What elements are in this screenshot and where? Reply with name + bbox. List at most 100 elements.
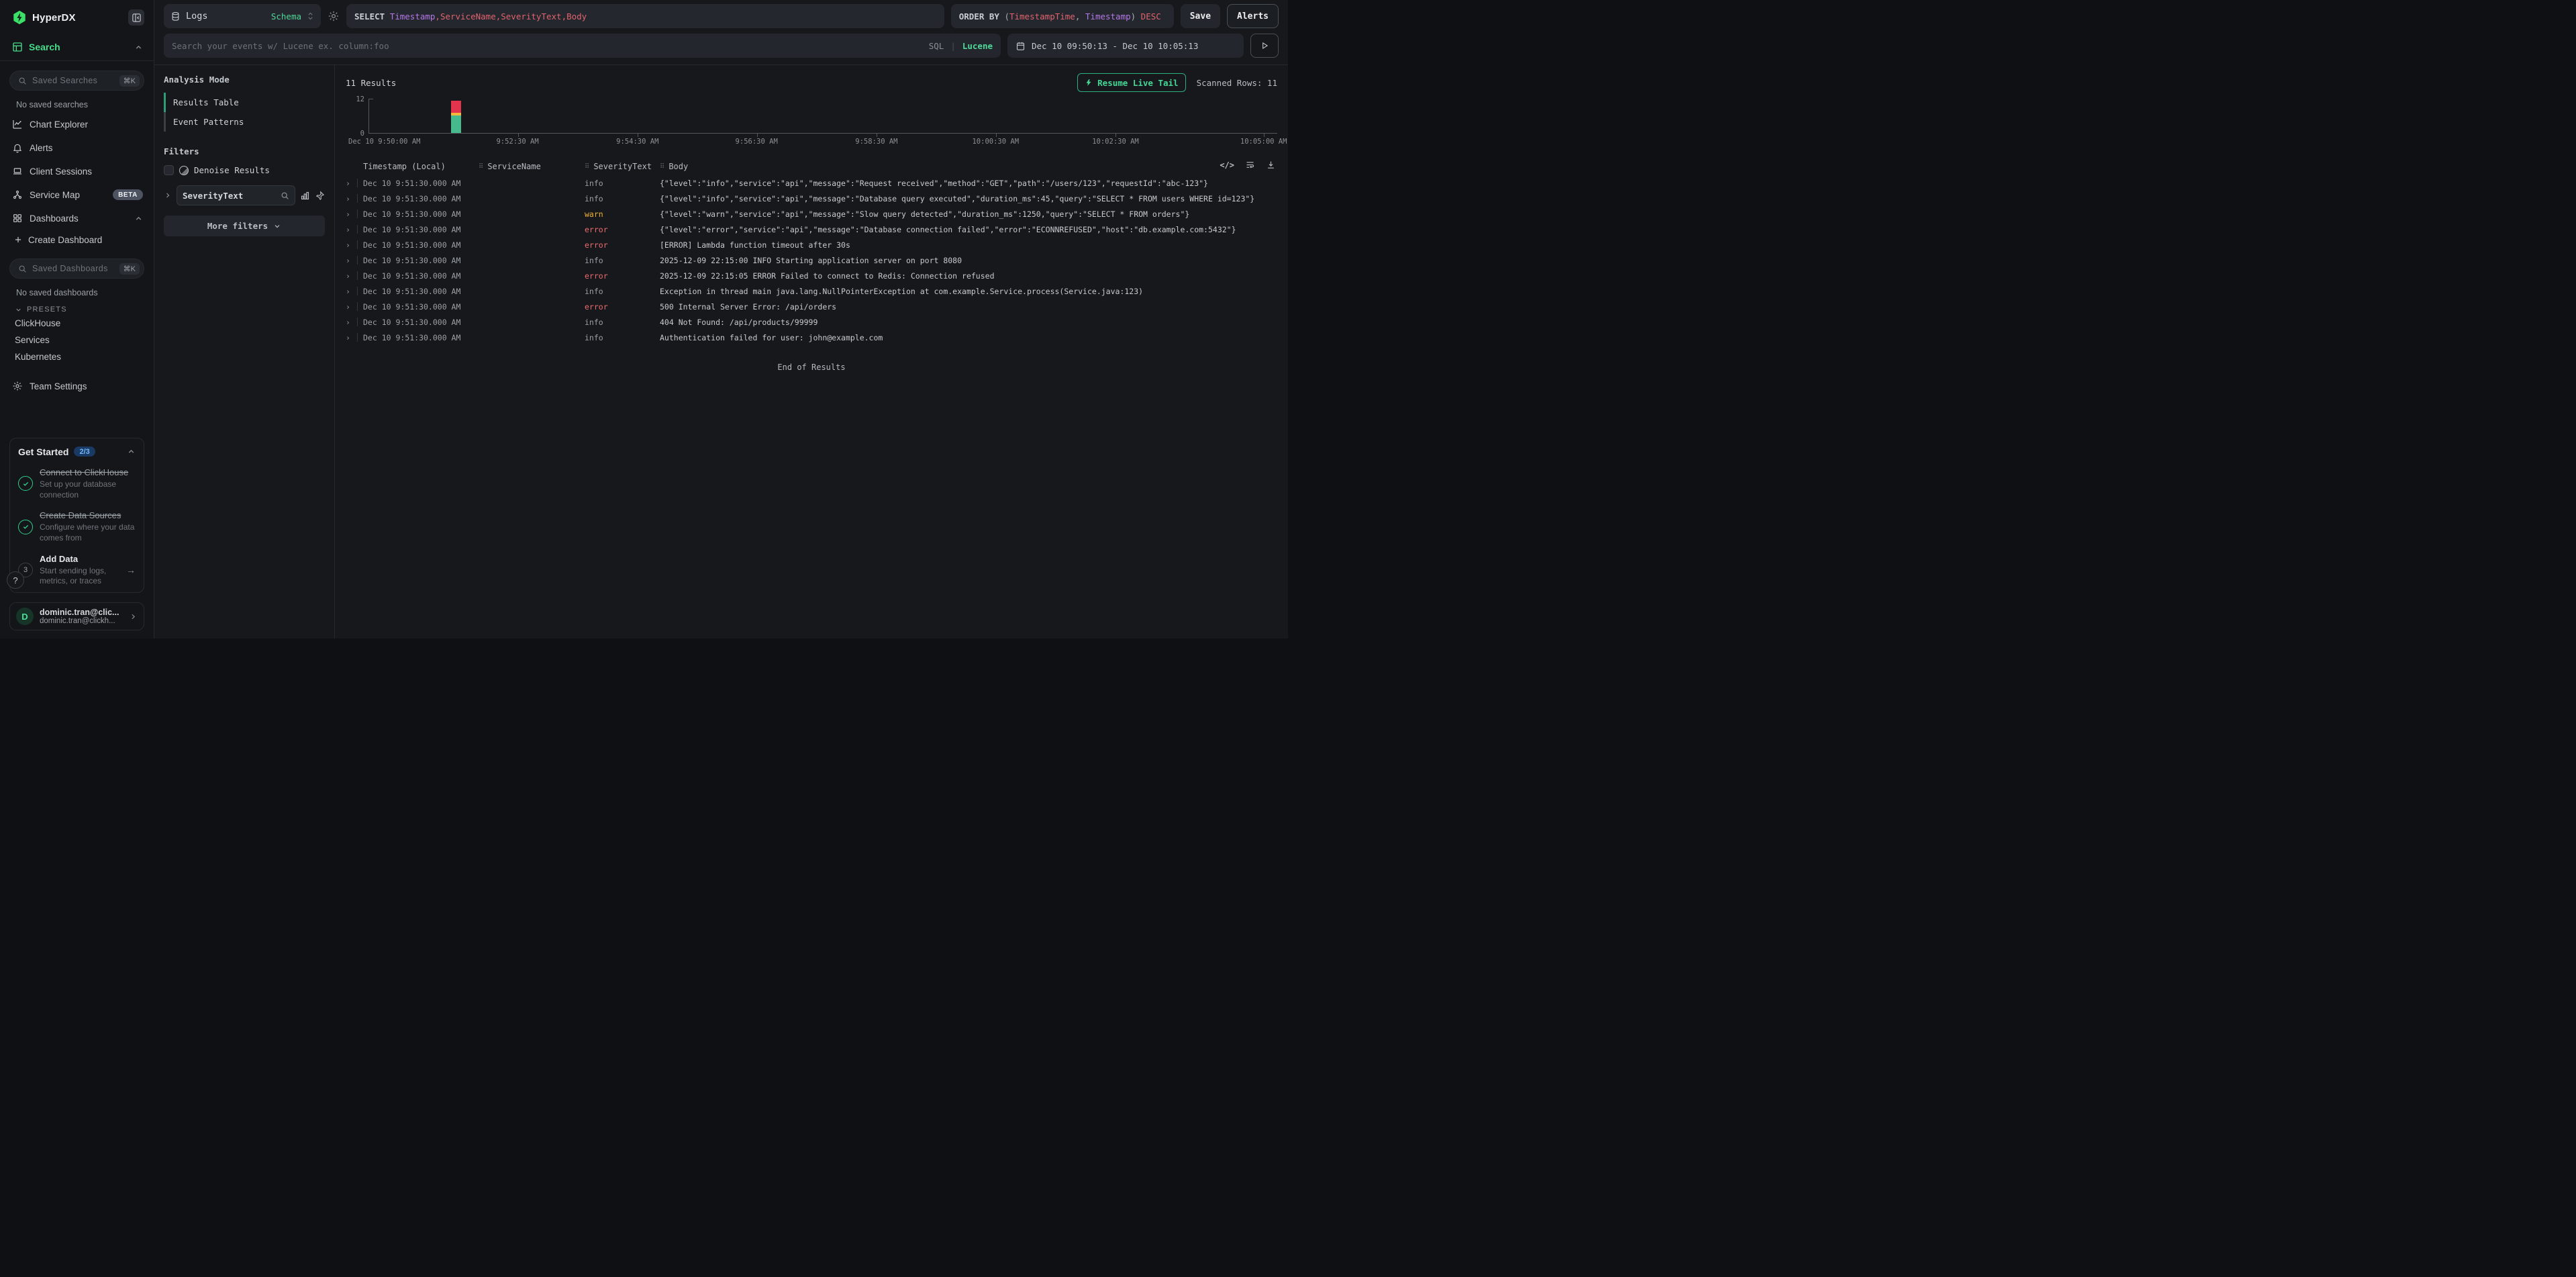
source-selector[interactable]: Logs Schema <box>164 4 321 28</box>
cell-body: 2025-12-09 22:15:00 INFO Starting applic… <box>660 256 1277 265</box>
user-email: dominic.tran@clickh... <box>40 617 123 625</box>
column-header-servicename[interactable]: ⠿ ServiceName <box>479 162 585 171</box>
alerts-button[interactable]: Alerts <box>1227 4 1279 28</box>
date-range-picker[interactable]: Dec 10 09:50:13 - Dec 10 10:05:13 <box>1007 34 1244 58</box>
sort-chevrons-icon <box>307 11 314 21</box>
source-settings-button[interactable] <box>328 10 340 22</box>
y-tick-min: 0 <box>360 130 364 138</box>
severity-facet-field[interactable]: SeverityText <box>177 185 295 205</box>
sql-toggle[interactable]: SQL <box>929 41 944 51</box>
create-dashboard-button[interactable]: Create Dashboard <box>8 230 146 249</box>
drag-handle-icon[interactable]: ⠿ <box>479 163 483 171</box>
collapse-sidebar-button[interactable] <box>128 9 144 26</box>
row-expand-icon[interactable]: › <box>346 268 363 283</box>
row-expand-icon[interactable]: › <box>346 222 363 237</box>
bar-chart-icon[interactable] <box>300 191 310 201</box>
row-expand-icon[interactable]: › <box>346 206 363 222</box>
row-expand-icon[interactable]: › <box>346 330 363 345</box>
table-row[interactable]: ›Dec 10 9:51:30.000 AMwarn{"level":"warn… <box>346 206 1277 222</box>
event-search-input[interactable]: Search your events w/ Lucene ex. column:… <box>164 34 1001 58</box>
cell-severitytext: error <box>585 240 660 250</box>
table-row[interactable]: ›Dec 10 9:51:30.000 AMerror[ERROR] Lambd… <box>346 237 1277 252</box>
table-row[interactable]: ›Dec 10 9:51:30.000 AMinfoException in t… <box>346 283 1277 299</box>
table-toolbar-icons: </> <box>1220 160 1276 170</box>
table-row[interactable]: ›Dec 10 9:51:30.000 AMinfo404 Not Found:… <box>346 314 1277 330</box>
table-row[interactable]: ›Dec 10 9:51:30.000 AMinfoAuthentication… <box>346 330 1277 345</box>
step-title: Create Data Sources <box>40 510 136 521</box>
code-view-icon[interactable]: </> <box>1220 160 1234 170</box>
drag-handle-icon[interactable]: ⠿ <box>660 163 664 171</box>
table-row[interactable]: ›Dec 10 9:51:30.000 AMerror2025-12-09 22… <box>346 268 1277 283</box>
hyperdx-logo[interactable]: HyperDX <box>12 10 76 25</box>
get-started-step[interactable]: Create Data SourcesConfigure where your … <box>18 510 136 543</box>
saved-dashboards-input[interactable]: Saved Dashboards ⌘K <box>9 258 144 279</box>
sidebar-item-client-sessions[interactable]: Client Sessions <box>8 161 146 181</box>
row-expand-icon[interactable]: › <box>346 175 363 191</box>
preset-kubernetes[interactable]: Kubernetes <box>15 348 146 365</box>
sidebar-item-team-settings[interactable]: Team Settings <box>8 376 146 396</box>
histogram-bar[interactable] <box>451 101 461 133</box>
histogram-plot[interactable] <box>368 99 1277 134</box>
column-header-severitytext[interactable]: ⠿ SeverityText <box>585 162 660 171</box>
mode-event-patterns[interactable]: Event Patterns <box>164 112 325 132</box>
chevron-up-icon[interactable] <box>134 214 143 223</box>
table-row[interactable]: ›Dec 10 9:51:30.000 AMerror500 Internal … <box>346 299 1277 314</box>
column-header-body[interactable]: ⠿ Body <box>660 162 1277 171</box>
search-icon[interactable] <box>281 191 289 200</box>
chevron-up-icon[interactable] <box>134 43 143 52</box>
table-row[interactable]: ›Dec 10 9:51:30.000 AMinfo{"level":"info… <box>346 191 1277 206</box>
save-button[interactable]: Save <box>1181 4 1220 28</box>
sidebar-item-search[interactable]: Search <box>8 42 146 60</box>
cell-severitytext: info <box>585 179 660 188</box>
download-icon[interactable] <box>1266 160 1276 170</box>
resume-live-tail-button[interactable]: Resume Live Tail <box>1077 73 1185 92</box>
severity-facet-row: SeverityText <box>164 185 325 205</box>
user-account-button[interactable]: D dominic.tran@clic... dominic.tran@clic… <box>9 602 144 630</box>
main-area: Logs Schema SELECT Timestamp,ServiceName… <box>154 0 1288 638</box>
run-query-button[interactable] <box>1250 34 1279 58</box>
sidebar-item-dashboards[interactable]: Dashboards <box>8 208 146 228</box>
get-started-step[interactable]: 3Add DataStart sending logs, metrics, or… <box>18 554 136 587</box>
row-expand-icon[interactable]: › <box>346 252 363 268</box>
sidebar-item-alerts[interactable]: Alerts <box>8 138 146 158</box>
more-filters-button[interactable]: More filters <box>164 216 325 236</box>
drag-handle-icon[interactable]: ⠿ <box>585 163 589 171</box>
select-query-input[interactable]: SELECT Timestamp,ServiceName,SeverityTex… <box>346 4 944 28</box>
bell-icon <box>12 142 23 153</box>
chevron-right-icon[interactable] <box>164 191 172 199</box>
row-expand-icon[interactable]: › <box>346 299 363 314</box>
sidebar-item-chart-explorer[interactable]: Chart Explorer <box>8 114 146 134</box>
row-expand-icon[interactable]: › <box>346 283 363 299</box>
search-icon <box>18 77 27 85</box>
saved-searches-input[interactable]: Saved Searches ⌘K <box>9 70 144 91</box>
pin-icon[interactable] <box>315 191 325 201</box>
preset-clickhouse[interactable]: ClickHouse <box>15 315 146 332</box>
table-row[interactable]: ›Dec 10 9:51:30.000 AMinfo2025-12-09 22:… <box>346 252 1277 268</box>
row-expand-icon[interactable]: › <box>346 314 363 330</box>
chevron-up-icon[interactable] <box>127 447 136 456</box>
sidebar-search-label: Search <box>29 42 128 52</box>
lucene-toggle[interactable]: Lucene <box>962 41 993 51</box>
row-expand-icon[interactable]: › <box>346 237 363 252</box>
sidebar-item-service-map[interactable]: Service Map BETA <box>8 185 146 205</box>
table-row[interactable]: ›Dec 10 9:51:30.000 AMerror{"level":"err… <box>346 222 1277 237</box>
nav-label: Team Settings <box>30 381 143 391</box>
help-button[interactable]: ? <box>7 571 24 589</box>
shortcut-badge: ⌘K <box>119 263 140 275</box>
denoise-checkbox[interactable] <box>164 165 174 175</box>
order-by-input[interactable]: ORDER BY (TimestampTime, Timestamp) DESC <box>951 4 1174 28</box>
x-axis-tick <box>1264 134 1265 137</box>
column-header-timestamp[interactable]: Timestamp (Local) <box>363 162 479 171</box>
table-row[interactable]: ›Dec 10 9:51:30.000 AMinfo{"level":"info… <box>346 175 1277 191</box>
cell-severitytext: warn <box>585 209 660 219</box>
cell-severitytext: info <box>585 287 660 296</box>
row-expand-icon[interactable]: › <box>346 191 363 206</box>
get-started-step[interactable]: Connect to ClickHouseSet up your databas… <box>18 467 136 500</box>
presets-group-toggle[interactable]: PRESETS <box>15 305 146 314</box>
cell-timestamp: Dec 10 9:51:30.000 AM <box>363 240 479 250</box>
preset-services[interactable]: Services <box>15 332 146 348</box>
wrap-text-icon[interactable] <box>1245 160 1255 170</box>
source-name: Logs <box>186 11 266 21</box>
mode-results-table[interactable]: Results Table <box>164 93 325 112</box>
database-icon <box>170 11 181 21</box>
